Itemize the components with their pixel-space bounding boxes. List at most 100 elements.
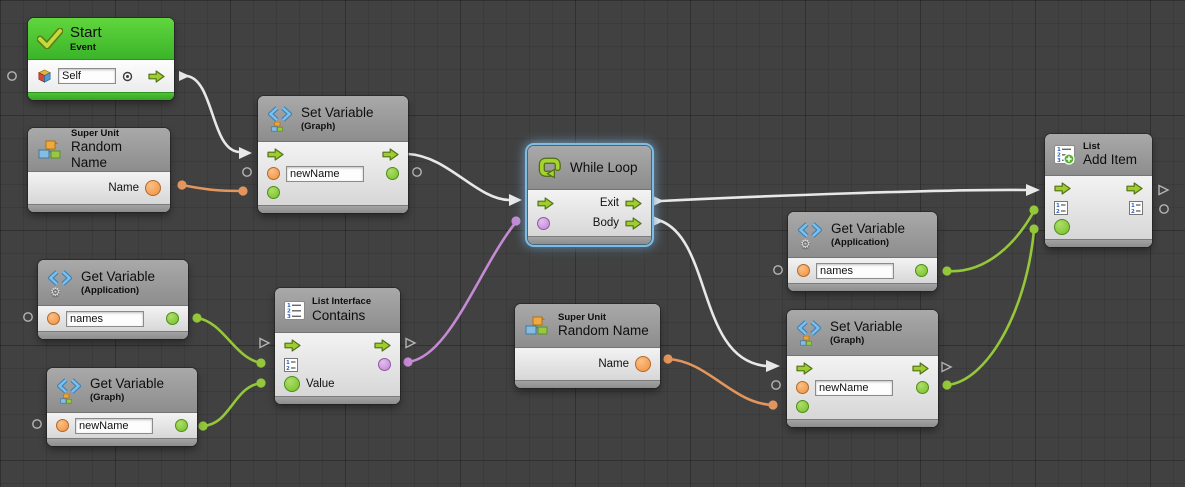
node-footer — [38, 331, 188, 339]
flow-output-port[interactable] — [374, 339, 391, 352]
node-footer — [515, 380, 660, 388]
variable-name-field[interactable] — [286, 166, 364, 182]
node-scope: (Application) — [81, 285, 155, 296]
node-get-variable-graph-1[interactable]: Get Variable (Graph) — [47, 368, 197, 446]
node-kind: List Interface — [312, 296, 371, 307]
value-output-port[interactable] — [916, 381, 929, 394]
node-title: While Loop — [570, 160, 638, 176]
flow-input-port[interactable] — [267, 148, 284, 161]
wire-flow-whileloop-body-to-setvariable2[interactable] — [661, 221, 766, 366]
node-set-variable-graph-1[interactable]: Set Variable (Graph) — [258, 96, 408, 213]
node-super-unit-random-name-2[interactable]: Super Unit Random Name Name — [515, 304, 660, 388]
body-port-label: Body — [593, 217, 619, 229]
node-subtitle: Event — [70, 42, 102, 53]
variable-name-field[interactable] — [66, 311, 144, 327]
node-header: 1 2 3 List Add Item — [1045, 134, 1152, 176]
svg-text:3: 3 — [287, 314, 291, 320]
loop-icon — [537, 156, 563, 179]
value-output-port[interactable] — [175, 419, 188, 432]
value-output-port[interactable] — [386, 167, 399, 180]
wire-value-getvariableapp1-to-contains-list[interactable] — [197, 318, 261, 363]
flow-input-port[interactable] — [1054, 182, 1071, 195]
variable-name-field[interactable] — [75, 418, 153, 434]
result-output-port[interactable] — [378, 358, 391, 371]
node-footer — [28, 92, 174, 100]
wire-bool-contains-to-whileloop-condition[interactable] — [408, 222, 516, 362]
flow-output-port[interactable] — [382, 148, 399, 161]
wire-flow-setvariable1-to-whileloop[interactable] — [408, 154, 509, 200]
node-get-variable-application-1[interactable]: ⚙ Get Variable (Application) — [38, 260, 188, 339]
flow-input-port[interactable] — [284, 339, 301, 352]
variable-brackets-icon: ⚙ — [47, 269, 74, 296]
node-scope: (Graph) — [301, 121, 374, 132]
variable-name-port[interactable] — [47, 312, 60, 325]
wire-flow-whileloop-exit-to-additem[interactable] — [661, 190, 1026, 201]
variable-name-field[interactable] — [815, 380, 893, 396]
node-header: ⚙ Get Variable (Application) — [38, 260, 188, 306]
node-kind: Super Unit — [71, 128, 161, 139]
variable-name-port[interactable] — [796, 381, 809, 394]
graph-boxes-icon — [60, 394, 72, 404]
value-output-port[interactable] — [915, 264, 928, 277]
node-header: Set Variable (Graph) — [787, 310, 938, 356]
node-super-unit-random-name-1[interactable]: Super Unit Random Name Name — [28, 128, 170, 212]
super-unit-boxes-icon — [37, 137, 64, 162]
node-footer — [47, 438, 197, 446]
node-while-loop[interactable]: While Loop Exit Body — [528, 146, 651, 244]
node-title: Random Name — [558, 323, 649, 339]
variable-name-port[interactable] — [56, 419, 69, 432]
value-input-port[interactable] — [284, 376, 300, 392]
node-get-variable-application-2[interactable]: ⚙ Get Variable (Application) — [788, 212, 937, 291]
list-input-port[interactable]: 1 2 — [284, 358, 298, 372]
node-scope: (Application) — [831, 237, 905, 248]
flow-output-port[interactable] — [1126, 182, 1143, 195]
node-header: Get Variable (Graph) — [47, 368, 197, 413]
list-input-port[interactable]: 1 2 — [1054, 201, 1068, 215]
node-set-variable-graph-2[interactable]: Set Variable (Graph) — [787, 310, 938, 427]
node-start-event[interactable]: Start Event — [28, 18, 174, 100]
self-target-field[interactable] — [58, 68, 116, 84]
node-footer — [275, 396, 400, 404]
value-input-port[interactable] — [267, 186, 280, 199]
list-output-port[interactable]: 1 2 — [1129, 201, 1143, 215]
node-list-contains[interactable]: 1 2 3 List Interface Contains — [275, 288, 400, 404]
flow-input-port[interactable] — [537, 197, 554, 210]
variable-brackets-icon — [796, 319, 823, 346]
target-icon[interactable] — [122, 71, 133, 82]
variable-brackets-icon: ⚙ — [797, 221, 824, 248]
gameobject-cube-icon — [37, 69, 52, 84]
node-footer — [258, 205, 408, 213]
super-unit-boxes-icon — [524, 313, 551, 338]
wire-value-getvariablegraph1-to-contains-value[interactable] — [203, 383, 261, 426]
variable-name-field[interactable] — [816, 263, 894, 279]
item-input-port[interactable] — [1054, 219, 1070, 235]
node-header: Super Unit Random Name — [515, 304, 660, 348]
wire-value-getvariableapp2-to-additem-list[interactable] — [947, 211, 1034, 271]
wire-flow-start-to-setvariable1[interactable] — [187, 76, 239, 152]
node-list-add-item[interactable]: 1 2 3 List Add Item — [1045, 134, 1152, 247]
node-kind: List — [1083, 141, 1137, 152]
node-title: Set Variable — [301, 105, 374, 121]
node-title: Contains — [312, 308, 371, 324]
flow-output-port[interactable] — [912, 362, 929, 375]
output-port-label: Name — [598, 358, 629, 370]
value-input-port[interactable] — [796, 400, 809, 413]
name-output-port[interactable] — [145, 180, 161, 196]
node-scope: (Graph) — [90, 392, 164, 403]
graph-canvas[interactable]: Start Event — [0, 0, 1185, 487]
variable-name-port[interactable] — [797, 264, 810, 277]
flow-output-port[interactable] — [148, 70, 165, 83]
wire-value-setvariable2-to-additem-item[interactable] — [947, 230, 1034, 385]
body-flow-output-port[interactable] — [625, 217, 642, 230]
flow-input-port[interactable] — [796, 362, 813, 375]
wire-string-randomname1-to-setvariable1[interactable] — [182, 185, 243, 191]
node-kind: Super Unit — [558, 312, 649, 323]
value-output-port[interactable] — [166, 312, 179, 325]
output-port-label: Name — [108, 182, 139, 194]
wire-string-randomname2-to-setvariable2[interactable] — [668, 359, 773, 405]
condition-input-port[interactable] — [537, 217, 550, 230]
exit-flow-output-port[interactable] — [625, 197, 642, 210]
node-title: Get Variable — [81, 269, 155, 285]
name-output-port[interactable] — [635, 356, 651, 372]
variable-name-port[interactable] — [267, 167, 280, 180]
